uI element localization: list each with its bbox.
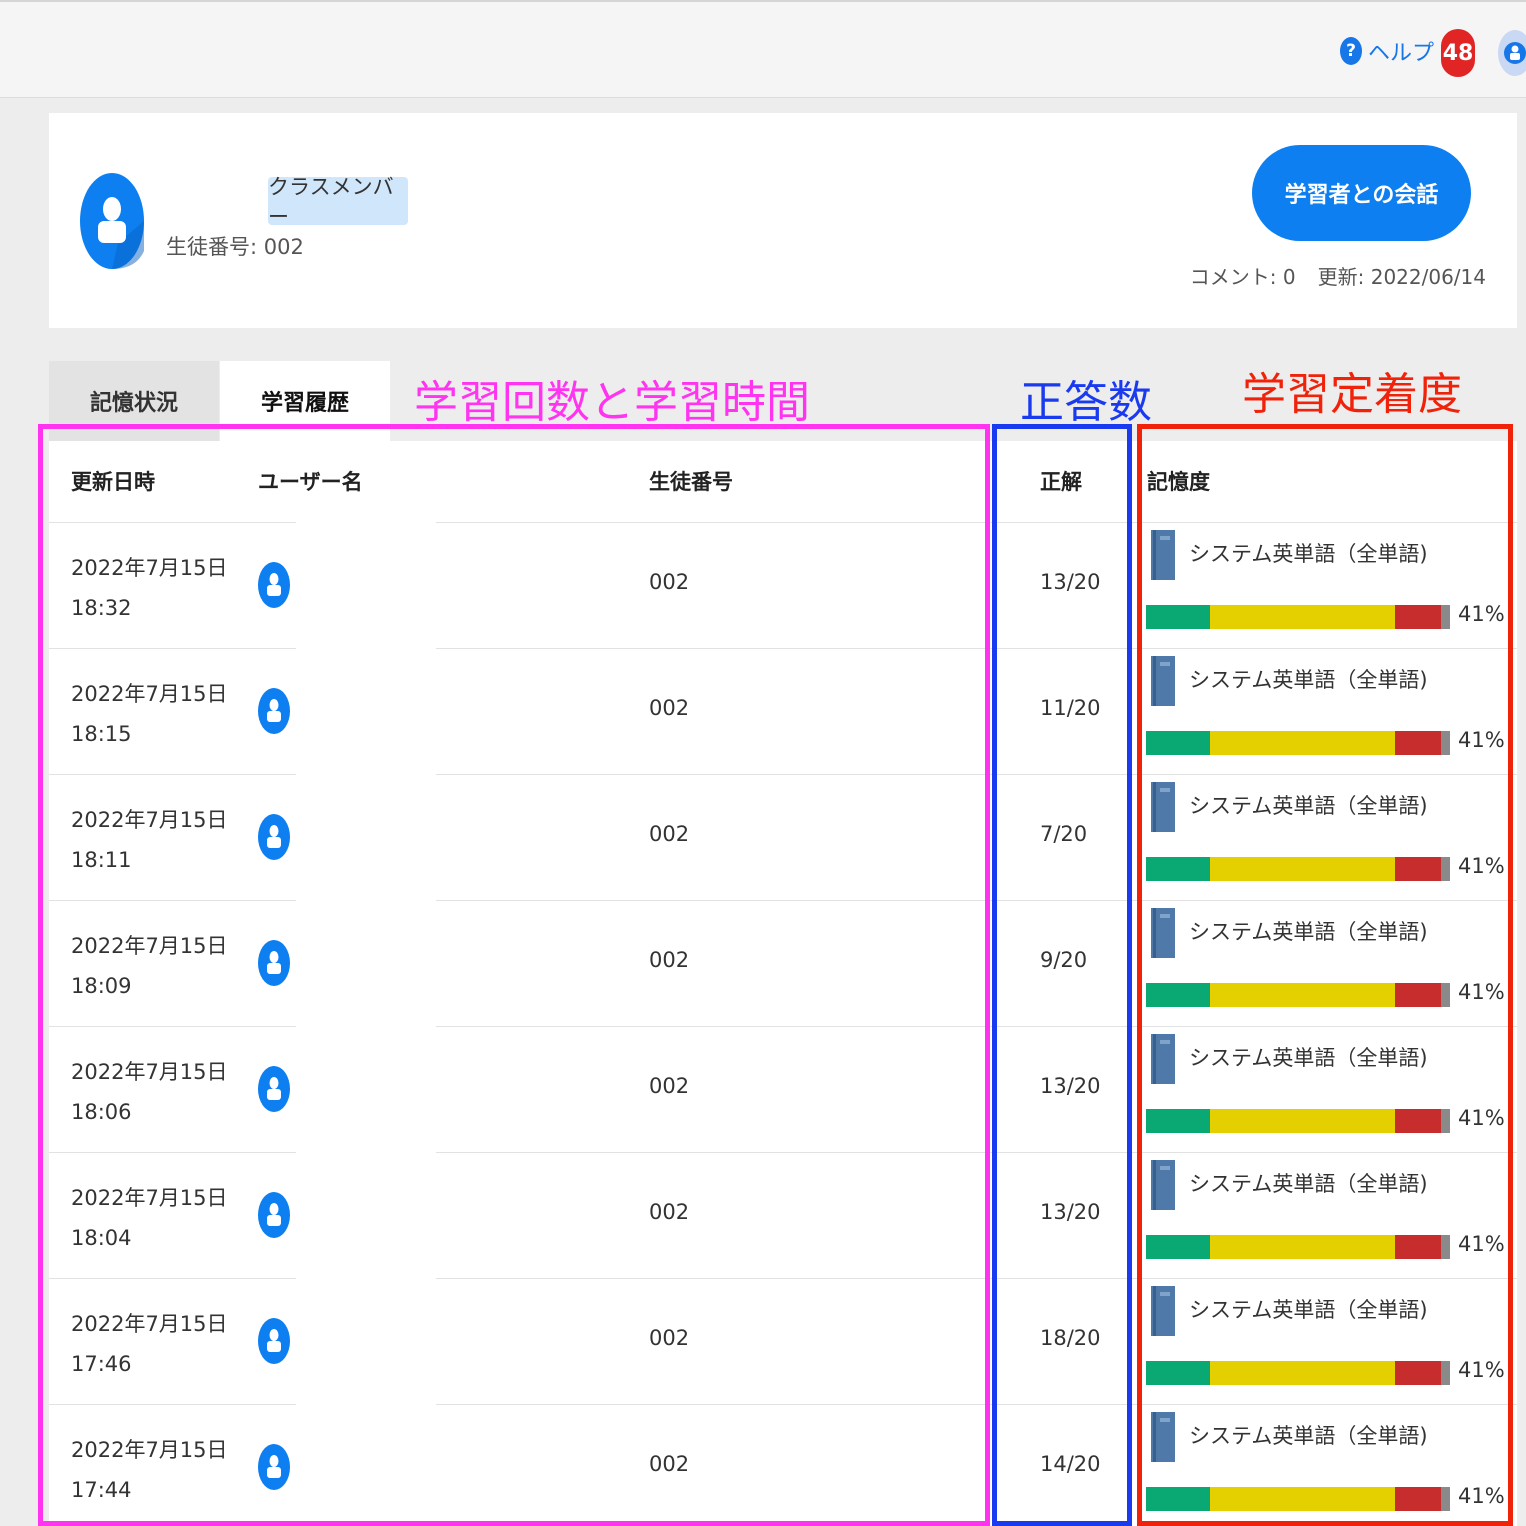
student-number: 生徒番号: 002 (166, 235, 304, 259)
help-link[interactable]: ? ヘルプ (1340, 36, 1434, 66)
profile-card: クラスメンバー 生徒番号: 002 学習者との会話 コメント: 0 更新: 20… (49, 113, 1517, 328)
annotation-box-red (1137, 424, 1513, 1526)
annotation-correct-count: 正答数 (1020, 377, 1152, 428)
chat-with-learner-button[interactable]: 学習者との会話 (1252, 145, 1471, 241)
comment-count: コメント: 0 (1189, 265, 1296, 289)
user-avatar-icon (1504, 42, 1526, 64)
question-circle-icon: ? (1340, 37, 1362, 65)
account-avatar[interactable] (1498, 30, 1526, 76)
annotation-retention-level: 学習定着度 (1242, 369, 1462, 420)
annotation-box-magenta (38, 424, 990, 1526)
help-label: ヘルプ (1368, 41, 1435, 66)
user-avatar-icon (80, 173, 144, 269)
member-tag: クラスメンバー (268, 175, 408, 229)
annotation-box-blue (992, 424, 1132, 1526)
top-bar: ? ヘルプ 48 (0, 0, 1526, 98)
profile-meta: コメント: 0 更新: 2022/06/14 (1190, 261, 1486, 290)
notification-badge[interactable]: 48 (1441, 29, 1475, 77)
updated-date: 更新: 2022/06/14 (1317, 265, 1486, 289)
annotation-count-time: 学習回数と学習時間 (414, 377, 810, 428)
